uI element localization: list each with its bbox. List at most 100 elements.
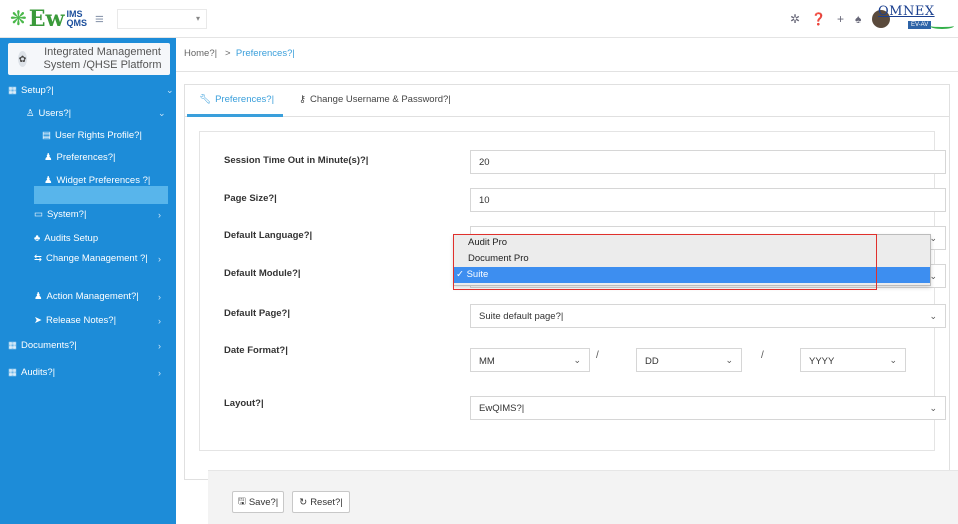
sidebar-item-label: User Rights Profile?| [54, 130, 142, 141]
chevron-right-icon: › [158, 340, 161, 351]
wrench-icon: 🔧︎ [199, 94, 212, 105]
user-edit-icon: ♟ [34, 291, 43, 302]
sidebar-item-change-management[interactable]: ⇆ Change Management ?| › [34, 253, 161, 264]
tab-preferences[interactable]: 🔧︎ Preferences?| [199, 94, 274, 105]
plus-icon[interactable]: + [837, 12, 844, 26]
date-separator: / [761, 350, 764, 361]
tab-bar: 🔧︎ Preferences?| ⚷ Change Username & Pas… [185, 85, 949, 117]
session-timeout-input[interactable]: 20 [470, 150, 946, 174]
tab-label: Change Username & Password?| [309, 94, 451, 105]
sidebar-item-label: Audits?| [20, 367, 56, 378]
help-icon[interactable]: ❓ [811, 12, 826, 26]
tab-change-username-password[interactable]: ⚷ Change Username & Password?| [299, 94, 451, 105]
sidebar-item-release-notes[interactable]: ➤ Release Notes?| › [34, 315, 161, 326]
send-icon: ➤ [34, 315, 42, 326]
sidebar-item-setup[interactable]: ▦ Setup?| ⌄ [8, 85, 174, 96]
chevron-down-icon: ⌄ [929, 403, 937, 413]
sidebar-item-label: Action Management?| [46, 291, 139, 302]
key-icon: ⚷ [299, 94, 306, 105]
app-logo[interactable]: ❋ Ew IMS QMS [10, 6, 87, 32]
sidebar: ✿ Integrated Management System /QHSE Pla… [0, 38, 176, 524]
date-month-select[interactable]: MM ⌄ [470, 348, 590, 372]
date-month-value: MM [479, 356, 495, 367]
chevron-right-icon: › [158, 291, 161, 302]
reset-label: Reset?| [310, 496, 343, 508]
date-year-select[interactable]: YYYY ⌄ [800, 348, 906, 372]
chevron-down-icon: ⌄ [166, 85, 174, 95]
session-timeout-value: 20 [479, 157, 490, 168]
layout-value: EwQIMS?| [479, 403, 525, 414]
chevron-down-icon: ▾ [195, 14, 200, 23]
id-card-icon: ▤ [42, 130, 51, 141]
logo-ims-qms: IMS QMS [66, 10, 87, 28]
top-search-select[interactable]: ▾ [117, 9, 207, 29]
date-year-value: YYYY [809, 356, 835, 367]
swoosh-icon [930, 23, 954, 29]
default-language-label: Default Language?| [224, 230, 313, 241]
sidebar-item-action-management[interactable]: ♟ Action Management?| › [34, 291, 161, 302]
save-label: Save?| [248, 496, 279, 508]
hamburger-menu-icon[interactable]: ≡ [95, 11, 104, 28]
sidebar-item-label: Users?| [38, 108, 72, 119]
flower-icon: ❋ [10, 8, 27, 30]
logo-qms: QMS [66, 18, 87, 28]
reset-button[interactable]: ↻ Reset?| [292, 491, 350, 513]
sidebar-item-user-rights-profile[interactable]: ▤ User Rights Profile?| [42, 130, 142, 141]
divider [176, 71, 958, 72]
sidebar-item-preferences[interactable]: ♟ Preferences?| [44, 152, 116, 163]
chevron-down-icon: ⌄ [889, 355, 897, 365]
default-module-label: Default Module?| [224, 268, 301, 279]
brand-name: OMNEX [878, 4, 935, 19]
sidebar-item-audits-setup[interactable]: ♣ Audits Setup [34, 233, 98, 244]
sidebar-header[interactable]: ✿ Integrated Management System /QHSE Pla… [8, 43, 170, 75]
default-page-value: Suite default page?| [479, 311, 564, 322]
logo-text: Ew [28, 6, 65, 32]
sidebar-item-label: Release Notes?| [45, 315, 117, 326]
chevron-right-icon: › [158, 315, 161, 326]
gear-icon[interactable]: ✲ [790, 12, 800, 26]
sidebar-item-users[interactable]: ♙ Users?| ⌄ [26, 108, 166, 119]
date-day-select[interactable]: DD ⌄ [636, 348, 742, 372]
sidebar-item-label: Setup?| [20, 85, 54, 96]
save-icon: 🖫︎ [237, 496, 246, 507]
page-size-label: Page Size?| [224, 193, 277, 204]
default-page-select[interactable]: Suite default page?| ⌄ [470, 304, 946, 328]
user-widget-icon: ♟ [44, 175, 53, 186]
grid-icon: ▦ [8, 367, 17, 378]
annotation-highlight-box [453, 234, 877, 290]
page-size-value: 10 [479, 195, 490, 206]
active-tab-indicator [187, 114, 283, 117]
breadcrumb-current: Preferences?| [235, 48, 295, 59]
chevron-right-icon: › [158, 253, 161, 264]
sidebar-item-system[interactable]: ▭ System?| › [34, 209, 161, 220]
page-size-input[interactable]: 10 [470, 188, 946, 212]
sidebar-item-documents[interactable]: ▦ Documents?| › [8, 340, 161, 351]
save-button[interactable]: 🖫︎ Save?| [232, 491, 284, 513]
top-bar: ❋ Ew IMS QMS ≡ ▾ ✲ ❓ + ♠ OMNEX EV-AV [0, 0, 958, 38]
refresh-icon: ↻ [299, 496, 308, 508]
flow-icon: ⇆ [34, 253, 42, 264]
layout-label: Layout?| [224, 398, 264, 409]
monitor-icon: ▭ [34, 209, 43, 220]
chevron-down-icon: ⌄ [158, 108, 166, 118]
grid-icon: ▦ [8, 340, 17, 351]
chevron-down-icon: ⌄ [929, 311, 937, 321]
sidebar-item-label: Widget Preferences ?| [56, 175, 151, 186]
default-page-label: Default Page?| [224, 308, 291, 319]
breadcrumb-separator: > [225, 48, 231, 59]
user-icon: ♙ [26, 108, 35, 119]
sidebar-item-widget-preferences[interactable]: ♟ Widget Preferences ?| [44, 175, 157, 186]
session-timeout-label: Session Time Out in Minute(s)?| [224, 155, 369, 166]
chevron-right-icon: › [158, 209, 161, 220]
layout-select[interactable]: EwQIMS?| ⌄ [470, 396, 946, 420]
sidebar-item-audits[interactable]: ▦ Audits?| › [8, 367, 161, 378]
sidebar-item-label: System?| [46, 209, 87, 220]
breadcrumb: Home?| > Preferences?| [184, 48, 295, 59]
breadcrumb-home[interactable]: Home?| [184, 48, 217, 59]
form-footer: 🖫︎ Save?| ↻ Reset?| [208, 470, 958, 524]
date-format-label: Date Format?| [224, 345, 288, 356]
grid-icon: ▦ [8, 85, 17, 96]
omnex-logo: OMNEX EV-AV [878, 4, 958, 34]
bell-icon[interactable]: ♠ [855, 12, 861, 26]
platform-title: Integrated Management System /QHSE Platf… [43, 46, 162, 71]
